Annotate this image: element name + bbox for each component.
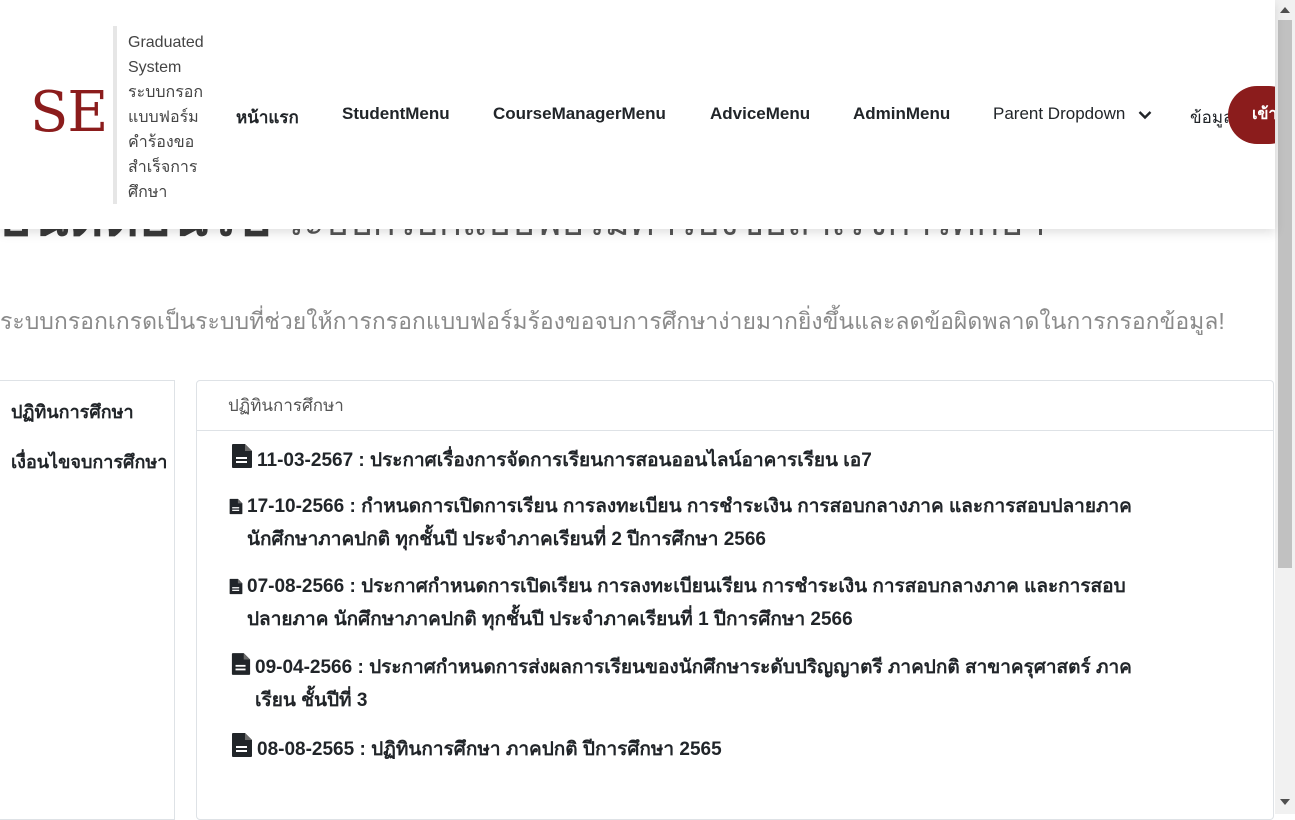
brand-logo[interactable]: SE	[30, 80, 108, 145]
scroll-down-arrow-icon[interactable]	[1280, 799, 1290, 805]
brand-line: คำร้องขอ	[128, 134, 195, 151]
nav-student-menu[interactable]: StudentMenu	[342, 104, 450, 124]
card-header: ปฏิทินการศึกษา	[197, 381, 1273, 431]
page-scrollbar[interactable]	[1275, 0, 1295, 814]
nav-course-manager-menu[interactable]: CourseManagerMenu	[493, 104, 666, 124]
brand-text[interactable]: Graduated System ระบบกรอก แบบฟอร์ม คำร้อ…	[128, 30, 218, 205]
announcement-text: 08-08-2565 : ปฏิทินการศึกษา ภาคปกติ ปีกา…	[257, 739, 722, 760]
chevron-down-icon	[1138, 105, 1152, 125]
scrollbar-thumb[interactable]	[1278, 20, 1292, 568]
announcement-text-line2: นักศึกษาภาคปกติ ทุกชั้นปี ประจำภาคเรียนท…	[247, 529, 766, 550]
announcement-item[interactable]: 11-03-2567 : ประกาศเรื่องการจัดการเรียนก…	[231, 443, 872, 479]
brand-line: สำเร็จการ	[128, 159, 198, 176]
announcement-card: ปฏิทินการศึกษา 11-03-2567 : ประกาศเรื่อง…	[196, 380, 1274, 820]
announcement-item[interactable]: 17-10-2566 : กำหนดการเปิดการเรียน การลงท…	[229, 492, 1132, 555]
announcement-text-line2: เรียน ชั้นปีที่ 3	[255, 690, 368, 711]
announcement-item[interactable]: 08-08-2565 : ปฏิทินการศึกษา ภาคปกติ ปีกา…	[231, 732, 722, 768]
nav-parent-dropdown[interactable]: Parent Dropdown	[993, 104, 1152, 125]
announcement-text: 17-10-2566 : กำหนดการเปิดการเรียน การลงท…	[247, 496, 1132, 517]
sidebar: ปฏิทินการศึกษา เงื่อนไขจบการศึกษา	[0, 380, 175, 820]
nav-info[interactable]: ข้อมูล	[1190, 104, 1232, 131]
scroll-up-arrow-icon[interactable]	[1280, 7, 1290, 13]
document-icon	[229, 575, 243, 605]
nav-advice-menu[interactable]: AdviceMenu	[710, 104, 810, 124]
announcement-text: 07-08-2566 : ประกาศกำหนดการเปิดเรียน การ…	[247, 576, 1126, 597]
document-icon	[229, 495, 243, 525]
nav-home[interactable]: หน้าแรก	[236, 104, 299, 131]
announcement-text: 09-04-2566 : ประกาศกำหนดการส่งผลการเรียน…	[255, 657, 1132, 678]
sidebar-item-academic-calendar[interactable]: ปฏิทินการศึกษา	[11, 397, 134, 426]
navbar: SE Graduated System ระบบกรอก แบบฟอร์ม คำ…	[0, 0, 1275, 229]
hero-subtitle: ระบบกรอกเกรดเป็นระบบที่ช่วยให้การกรอกแบบ…	[0, 308, 1225, 334]
brand-line: ศึกษา	[128, 184, 168, 201]
sidebar-item-graduation-conditions[interactable]: เงื่อนไขจบการศึกษา	[11, 447, 167, 476]
login-button[interactable]: เข้าสู่ระบบ	[1228, 86, 1275, 144]
document-icon	[231, 443, 253, 479]
brand-line: System	[128, 59, 182, 76]
brand-divider	[113, 26, 117, 204]
document-icon	[231, 732, 253, 768]
brand-line: Graduated	[128, 34, 204, 51]
brand-line: ระบบกรอก	[128, 84, 204, 101]
announcement-item[interactable]: 09-04-2566 : ประกาศกำหนดการส่งผลการเรียน…	[231, 652, 1132, 716]
nav-parent-dropdown-label: Parent Dropdown	[993, 104, 1126, 123]
nav-admin-menu[interactable]: AdminMenu	[853, 104, 950, 124]
announcement-text: 11-03-2567 : ประกาศเรื่องการจัดการเรียนก…	[257, 450, 872, 471]
announcement-text-line2: ปลายภาค นักศึกษาภาคปกติ ทุกชั้นปี ประจำภ…	[247, 609, 853, 630]
announcement-item[interactable]: 07-08-2566 : ประกาศกำหนดการเปิดเรียน การ…	[229, 572, 1126, 635]
document-icon	[231, 652, 251, 686]
brand-line: แบบฟอร์ม	[128, 109, 199, 126]
